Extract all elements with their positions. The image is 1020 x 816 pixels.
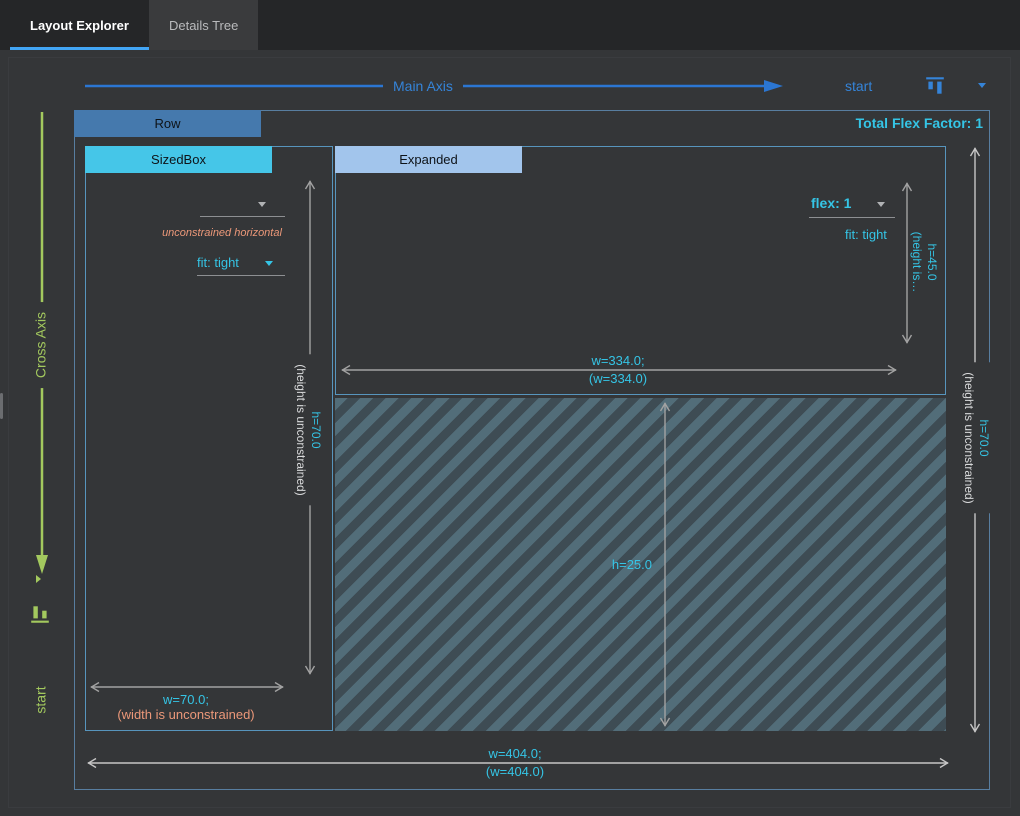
dropdown-underline xyxy=(200,216,285,217)
row-widget-header[interactable]: Row xyxy=(74,110,261,137)
row-height-note: (height is unconstrained) xyxy=(961,372,976,503)
sizedbox-height-note: (height is unconstrained) xyxy=(293,364,308,495)
sizedbox-width-value: w=70.0; xyxy=(86,693,286,707)
chevron-down-icon xyxy=(877,202,885,207)
row-height-value: h=70.0 xyxy=(976,372,991,503)
sizedbox-fit-value: fit: tight xyxy=(197,255,239,270)
cross-axis-alignment-value: start xyxy=(34,686,49,713)
main-axis-alignment-value: start xyxy=(845,77,872,95)
tab-layout-explorer-label: Layout Explorer xyxy=(30,18,129,33)
row-widget-name: Row xyxy=(154,116,180,131)
tab-layout-explorer[interactable]: Layout Explorer xyxy=(10,0,149,50)
tab-details-tree-label: Details Tree xyxy=(169,18,238,33)
tab-details-tree[interactable]: Details Tree xyxy=(149,0,258,50)
expanded-height-note: (height is… xyxy=(909,232,924,293)
sizedbox-width-note: (width is unconstrained) xyxy=(86,708,286,722)
expanded-height-value: h=45.0 xyxy=(924,232,939,293)
expanded-widget-header[interactable]: Expanded xyxy=(335,146,522,173)
sizedbox-width-hint: unconstrained horizontal xyxy=(132,227,312,239)
expanded-width-note: (w=334.0) xyxy=(518,372,718,386)
cross-axis-label: Cross Axis xyxy=(31,302,52,388)
axis-alignment-start-icon xyxy=(924,75,946,97)
axis-alignment-start-icon xyxy=(29,603,51,625)
layout-explorer-content: Main Axis start Cross Axis start Row xyxy=(0,50,1020,816)
chevron-right-icon xyxy=(36,575,41,583)
sizedbox-width-dropdown[interactable] xyxy=(200,199,286,217)
chevron-down-icon xyxy=(978,83,986,88)
sizedbox-widget-name: SizedBox xyxy=(151,152,206,167)
row-widget-box: Row Total Flex Factor: 1 SizedBox uncons… xyxy=(74,110,990,790)
tab-bar: Layout Explorer Details Tree xyxy=(0,0,1020,50)
sizedbox-fit-dropdown[interactable]: fit: tight xyxy=(197,254,287,277)
cross-axis-alignment-dropdown[interactable]: start xyxy=(24,565,58,775)
sizedbox-height-value: h=70.0 xyxy=(308,364,323,495)
main-axis-label: Main Axis xyxy=(383,76,463,96)
splitter-handle[interactable] xyxy=(0,393,3,419)
dropdown-underline xyxy=(809,217,895,218)
chevron-down-icon xyxy=(265,261,273,266)
dropdown-underline xyxy=(197,275,285,276)
expanded-widget-name: Expanded xyxy=(399,152,458,167)
total-flex-factor: Total Flex Factor: 1 xyxy=(856,115,983,131)
expanded-width-value: w=334.0; xyxy=(518,354,718,368)
free-space-height-arrow xyxy=(659,400,671,729)
free-space-height-value: h=25.0 xyxy=(574,558,652,572)
row-width-note: (w=404.0) xyxy=(415,765,615,779)
expanded-flex-value: flex: 1 xyxy=(811,195,851,212)
main-axis-alignment-dropdown[interactable]: start xyxy=(840,72,992,102)
expanded-flex-dropdown[interactable]: flex: 1 xyxy=(809,193,899,219)
sizedbox-widget-header[interactable]: SizedBox xyxy=(85,146,272,173)
expanded-fit-value: fit: tight xyxy=(845,227,887,243)
row-width-value: w=404.0; xyxy=(415,747,615,761)
chevron-down-icon xyxy=(258,202,266,207)
